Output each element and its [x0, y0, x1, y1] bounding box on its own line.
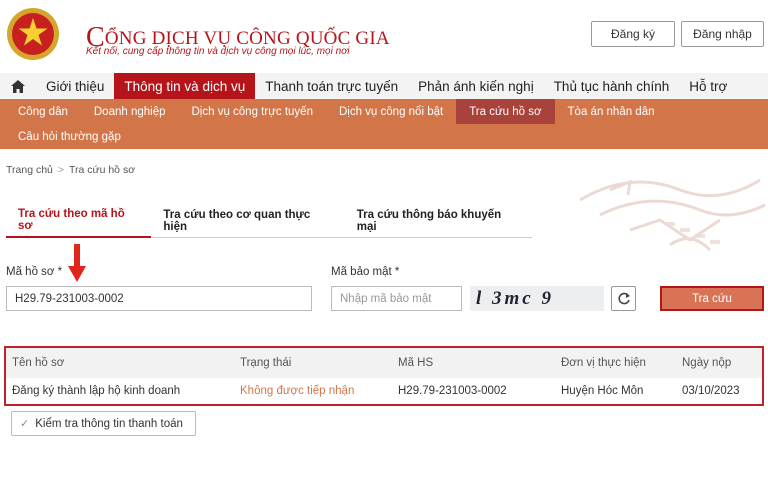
subnav-item-dvc-truc-tuyen[interactable]: Dịch vụ công trực tuyến — [179, 99, 326, 124]
checkmark-icon: ✓ — [20, 418, 30, 430]
column-header: Tên hồ sơ — [12, 357, 65, 369]
result-table: Tên hồ sơ Trạng thái Mã HS Đơn vị thực h… — [4, 346, 764, 406]
cell-date: 03/10/2023 — [682, 385, 740, 397]
red-arrow-icon — [68, 244, 86, 282]
security-label: Mã bảo mật * — [331, 266, 400, 278]
breadcrumb-current: Tra cứu hồ sơ — [69, 164, 136, 176]
nav-item-phan-anh[interactable]: Phản ánh kiến nghị — [408, 73, 544, 99]
breadcrumb-separator: > — [57, 164, 65, 176]
national-emblem-icon[interactable] — [6, 6, 60, 62]
subnav-item-cong-dan[interactable]: Công dân — [0, 99, 81, 124]
nav-item-thong-tin-dich-vu[interactable]: Thông tin và dịch vụ — [114, 73, 256, 99]
check-payment-label: Kiểm tra thông tin thanh toán — [35, 417, 183, 430]
tab-promotion[interactable]: Tra cứu thông báo khuyến mại — [345, 204, 532, 237]
site-header: CỔNG DỊCH VỤ CÔNG QUỐC GIA Kết nối, cung… — [0, 0, 768, 72]
nav-item-ho-tro[interactable]: Hỗ trợ — [679, 73, 737, 99]
crane-decoration-icon — [579, 178, 766, 252]
subnav-item-cau-hoi[interactable]: Câu hỏi thường gặp — [0, 124, 134, 149]
subnav-item-toa-an[interactable]: Tòa án nhân dân — [555, 99, 668, 124]
cell-code: H29.79-231003-0002 — [398, 385, 507, 397]
check-payment-button[interactable]: ✓ Kiểm tra thông tin thanh toán — [11, 411, 196, 436]
column-header: Ngày nộp — [682, 357, 732, 369]
captcha-image: l 3mc 9 — [470, 286, 604, 311]
column-header: Trạng thái — [240, 357, 292, 369]
cell-name: Đăng ký thành lập hộ kinh doanh — [12, 385, 181, 397]
home-icon[interactable] — [0, 73, 36, 99]
table-header: Tên hồ sơ Trạng thái Mã HS Đơn vị thực h… — [6, 348, 762, 378]
cell-agency: Huyện Hóc Môn — [561, 385, 644, 397]
search-submit-button[interactable]: Tra cứu — [660, 286, 764, 311]
nav-item-gioi-thieu[interactable]: Giới thiệu — [36, 73, 114, 99]
subnav-item-dvc-noi-bat[interactable]: Dịch vụ công nổi bật — [326, 99, 456, 124]
nav-item-thu-tuc[interactable]: Thủ tục hành chính — [544, 73, 680, 99]
breadcrumb: Trang chủ > Tra cứu hồ sơ — [6, 164, 135, 176]
code-input[interactable]: H29.79-231003-0002 — [6, 286, 312, 311]
refresh-captcha-icon[interactable] — [611, 286, 636, 311]
tab-by-agency[interactable]: Tra cứu theo cơ quan thực hiện — [151, 204, 344, 237]
nav-item-thanh-toan[interactable]: Thanh toán trực tuyến — [255, 73, 408, 99]
column-header: Đơn vị thực hiện — [561, 357, 646, 369]
subnav-item-tra-cuu-ho-so[interactable]: Tra cứu hồ sơ — [456, 99, 555, 124]
column-header: Mã HS — [398, 357, 434, 369]
sub-nav: Công dân Doanh nghiệp Dịch vụ công trực … — [0, 99, 768, 149]
breadcrumb-home[interactable]: Trang chủ — [6, 164, 53, 176]
code-label: Mã hồ sơ * — [6, 266, 63, 278]
search-tabs: Tra cứu theo mã hồ sơ Tra cứu theo cơ qu… — [6, 204, 532, 238]
security-code-input[interactable]: Nhập mã bảo mật — [331, 286, 462, 311]
login-button[interactable]: Đăng nhập — [681, 21, 764, 47]
subnav-item-doanh-nghiep[interactable]: Doanh nghiệp — [81, 99, 179, 124]
portal-subtitle: Kết nối, cung cấp thông tin và dịch vụ c… — [86, 46, 350, 57]
cell-status: Không được tiếp nhận — [240, 385, 355, 397]
register-button[interactable]: Đăng ký — [591, 21, 675, 47]
tab-by-code[interactable]: Tra cứu theo mã hồ sơ — [6, 204, 152, 238]
main-nav: Giới thiệu Thông tin và dịch vụ Thanh to… — [0, 73, 768, 99]
